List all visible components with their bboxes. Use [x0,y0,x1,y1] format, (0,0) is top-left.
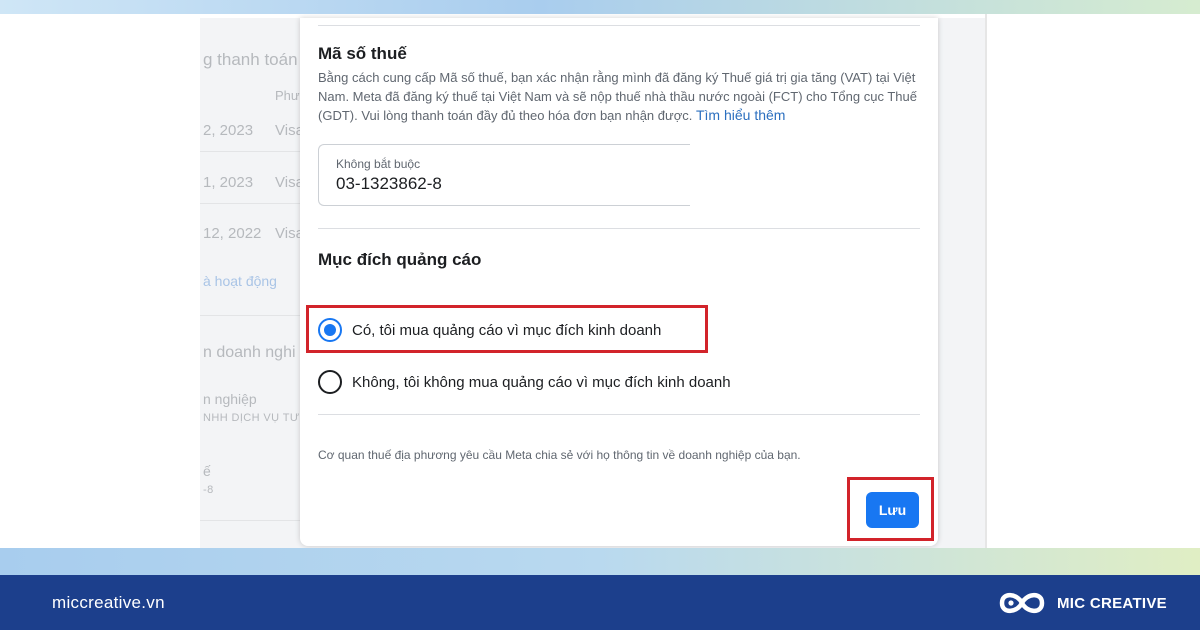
screenshot-area: g thanh toán Phư 2, 2023 Visa 1, 2023 Vi… [0,14,1200,548]
divider [318,228,920,229]
tax-authority-note: Cơ quan thuế địa phương yêu cầu Meta chi… [318,448,801,462]
background-text: 12, 2022 [203,225,262,242]
ad-purpose-title: Mục đích quảng cáo [318,250,482,269]
footer-bar: miccreative.vn MIC CREATIVE [0,575,1200,630]
background-text: g thanh toán [203,50,298,69]
background-text: 2, 2023 [203,122,254,139]
bottom-gradient-band [0,548,1200,575]
top-gradient-bar [0,0,1200,14]
background-text: -8 [203,484,214,496]
tax-id-field-value[interactable]: 03-1323862-8 [336,174,442,194]
highlight-box-option [306,305,708,353]
tax-settings-dialog: Mã số thuế Bằng cách cung cấp Mã số thuế… [300,18,938,546]
site-url[interactable]: miccreative.vn [52,593,165,613]
background-frame-edge [985,14,987,548]
background-divider [200,151,305,152]
background-divider [200,315,305,316]
background-link: à hoạt động [203,273,277,289]
option-non-business-purpose-label: Không, tôi không mua quảng cáo vì mục đí… [352,373,731,391]
brand: MIC CREATIVE [997,588,1167,618]
option-non-business-purpose[interactable]: Không, tôi không mua quảng cáo vì mục đí… [318,364,731,400]
background-text: n nghiệp [203,391,257,407]
tax-id-field-label: Không bắt buộc [336,157,421,171]
learn-more-link[interactable]: Tìm hiểu thêm [696,107,785,123]
background-text: n doanh nghi [203,344,296,361]
background-divider [200,520,305,521]
background-text: 1, 2023 [203,174,254,191]
highlight-box-save [847,477,934,541]
tax-id-description-text: Bằng cách cung cấp Mã số thuế, bạn xác n… [318,70,917,123]
radio-unselected-icon[interactable] [318,370,342,394]
tax-id-title: Mã số thuế [318,44,407,63]
tax-id-field[interactable]: Không bắt buộc 03-1323862-8 [318,144,690,206]
infinity-logo-icon [999,592,1045,614]
background-text: ế [203,463,211,479]
background-text: Phư [275,88,300,103]
brand-name: MIC CREATIVE [1057,594,1167,612]
page: g thanh toán Phư 2, 2023 Visa 1, 2023 Vi… [0,0,1200,630]
background-text: NHH DỊCH VỤ TƯ [203,412,300,424]
divider [318,25,920,26]
background-divider [200,203,305,204]
tax-id-description: Bằng cách cung cấp Mã số thuế, bạn xác n… [318,68,918,125]
divider [318,414,920,415]
